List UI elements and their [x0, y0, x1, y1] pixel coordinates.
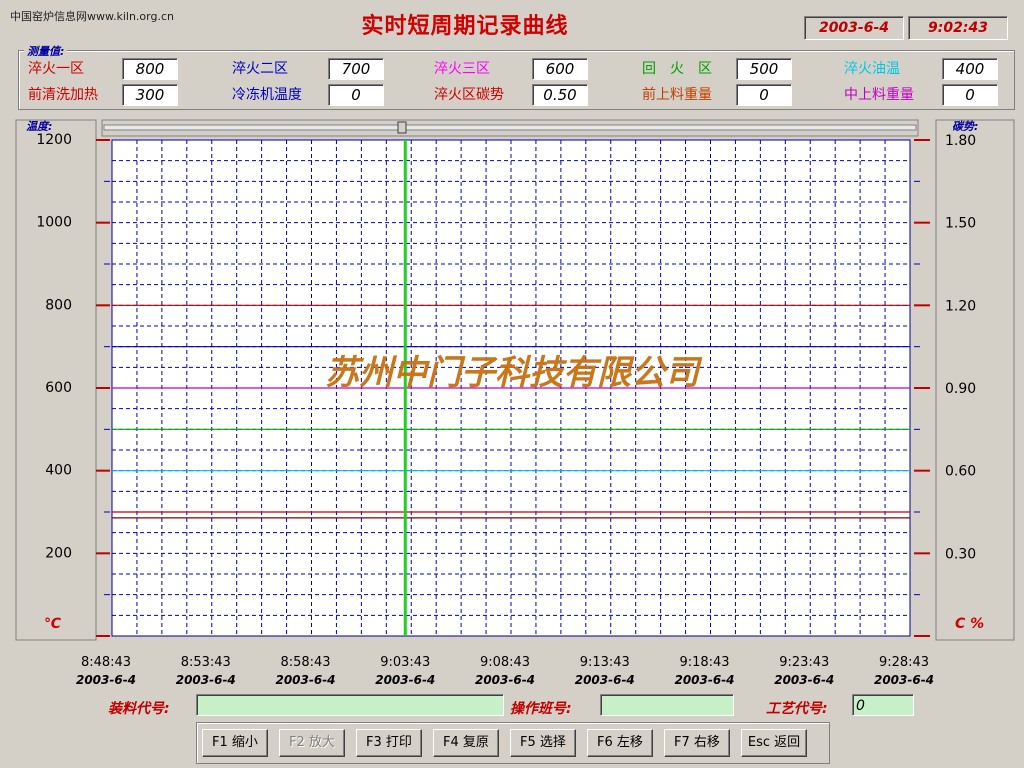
left-tick-label: 800: [45, 297, 72, 313]
x-tick-time-label: 9:03:43: [380, 655, 430, 670]
meas-label-pre-wash-heat: 前清洗加热: [28, 87, 98, 103]
x-tick-date-label: 2003-6-4: [275, 673, 335, 687]
meas-value-quench-zone-3: 600: [532, 58, 588, 80]
meas-label-quench-carbon-potential: 淬火区碳势: [434, 87, 504, 103]
x-tick-date-label: 2003-6-4: [774, 673, 834, 687]
right-tick-label: 0.30: [945, 546, 976, 562]
shift-field[interactable]: [600, 694, 734, 716]
left-tick-label: 600: [45, 380, 72, 396]
time-scrollbar[interactable]: [101, 119, 919, 137]
x-tick-date-label: 2003-6-4: [874, 673, 934, 687]
f5-select-button[interactable]: F5 选择: [510, 729, 576, 757]
load-code-field[interactable]: [196, 694, 504, 716]
right-tick-label: 1.50: [945, 216, 976, 232]
f2-zoom-in-button[interactable]: F2 放大: [279, 729, 345, 757]
x-tick-date-label: 2003-6-4: [674, 673, 734, 687]
meas-label-quench-zone-2: 淬火二区: [232, 61, 288, 77]
left-unit: ℃: [44, 616, 61, 632]
meas-value-mid-load-weight: 0: [942, 84, 998, 106]
trend-chart: 1200 1000 800 600 400 200 1.80 1.50 1.20 0.90 0.60…: [15, 119, 1015, 687]
right-tick-label: 1.20: [945, 298, 976, 314]
meas-label-front-load-weight: 前上料重量: [642, 87, 712, 103]
x-tick-date-label: 2003-6-4: [176, 673, 236, 687]
f3-print-button[interactable]: F3 打印: [356, 729, 422, 757]
x-tick-date-label: 2003-6-4: [575, 673, 635, 687]
right-tick-label: 1.80: [945, 133, 976, 149]
meas-value-front-load-weight: 0: [736, 84, 792, 106]
right-unit: C %: [955, 616, 984, 632]
meas-value-chiller-temp: 0: [328, 84, 384, 106]
meas-label-temper-zone: 回 火 区: [642, 61, 712, 77]
meas-value-quench-zone-1: 800: [122, 58, 178, 80]
right-tick-label: 0.60: [945, 464, 976, 480]
meas-label-mid-load-weight: 中上料重量: [844, 87, 914, 103]
f6-move-left-button[interactable]: F6 左移: [587, 729, 653, 757]
meas-value-quench-oil-temp: 400: [942, 58, 998, 80]
meas-label-quench-oil-temp: 淬火油温: [844, 61, 900, 77]
f1-zoom-out-button[interactable]: F1 缩小: [202, 729, 268, 757]
meas-value-quench-zone-2: 700: [328, 58, 384, 80]
x-tick-date-label: 2003-6-4: [475, 673, 535, 687]
company-watermark: 苏州中门子科技有限公司: [325, 353, 703, 393]
meas-label-chiller-temp: 冷冻机温度: [232, 87, 302, 103]
left-tick-label: 400: [45, 463, 72, 479]
x-tick-time-label: 8:48:43: [81, 655, 131, 670]
x-tick-time-label: 8:53:43: [181, 655, 231, 670]
shift-label: 操作班号:: [510, 701, 572, 717]
x-tick-date-label: 2003-6-4: [76, 673, 136, 687]
x-tick-time-label: 9:23:43: [779, 655, 829, 670]
load-code-label: 装料代号:: [108, 701, 170, 717]
f4-reset-button[interactable]: F4 复原: [433, 729, 499, 757]
x-tick-time-label: 9:18:43: [679, 655, 729, 670]
meas-value-temper-zone: 500: [736, 58, 792, 80]
left-axis-title: 温度:: [26, 120, 52, 133]
meas-label-quench-zone-3: 淬火三区: [434, 61, 490, 77]
left-tick-label: 1000: [36, 215, 72, 231]
right-axis-title: 碳势:: [952, 120, 978, 133]
x-tick-date-label: 2003-6-4: [375, 673, 435, 687]
scrollbar-thumb[interactable]: [397, 121, 407, 134]
date-display: 2003-6-4: [804, 16, 904, 40]
x-tick-time-label: 9:28:43: [879, 655, 929, 670]
meas-value-pre-wash-heat: 300: [122, 84, 178, 106]
left-tick-label: 200: [45, 545, 72, 561]
measurement-group-legend: 测量值:: [24, 43, 68, 59]
x-tick-time-label: 9:13:43: [580, 655, 630, 670]
left-tick-label: 1200: [36, 132, 72, 148]
process-code-field[interactable]: 0: [852, 694, 914, 716]
meas-label-quench-zone-1: 淬火一区: [28, 61, 84, 77]
page-title: 实时短周期记录曲线: [361, 14, 569, 39]
x-tick-time-label: 8:58:43: [280, 655, 330, 670]
process-code-label: 工艺代号:: [766, 701, 828, 717]
right-tick-label: 0.90: [945, 381, 976, 397]
function-key-bar: F1 缩小 F2 放大 F3 打印 F4 复原 F5 选择 F6 左移 F7 右…: [196, 722, 830, 764]
f7-move-right-button[interactable]: F7 右移: [664, 729, 730, 757]
meas-value-quench-carbon-potential: 0.50: [532, 84, 588, 106]
time-display: 9:02:43: [908, 16, 1008, 40]
esc-return-button[interactable]: Esc 返回: [741, 729, 807, 757]
x-tick-time-label: 9:08:43: [480, 655, 530, 670]
